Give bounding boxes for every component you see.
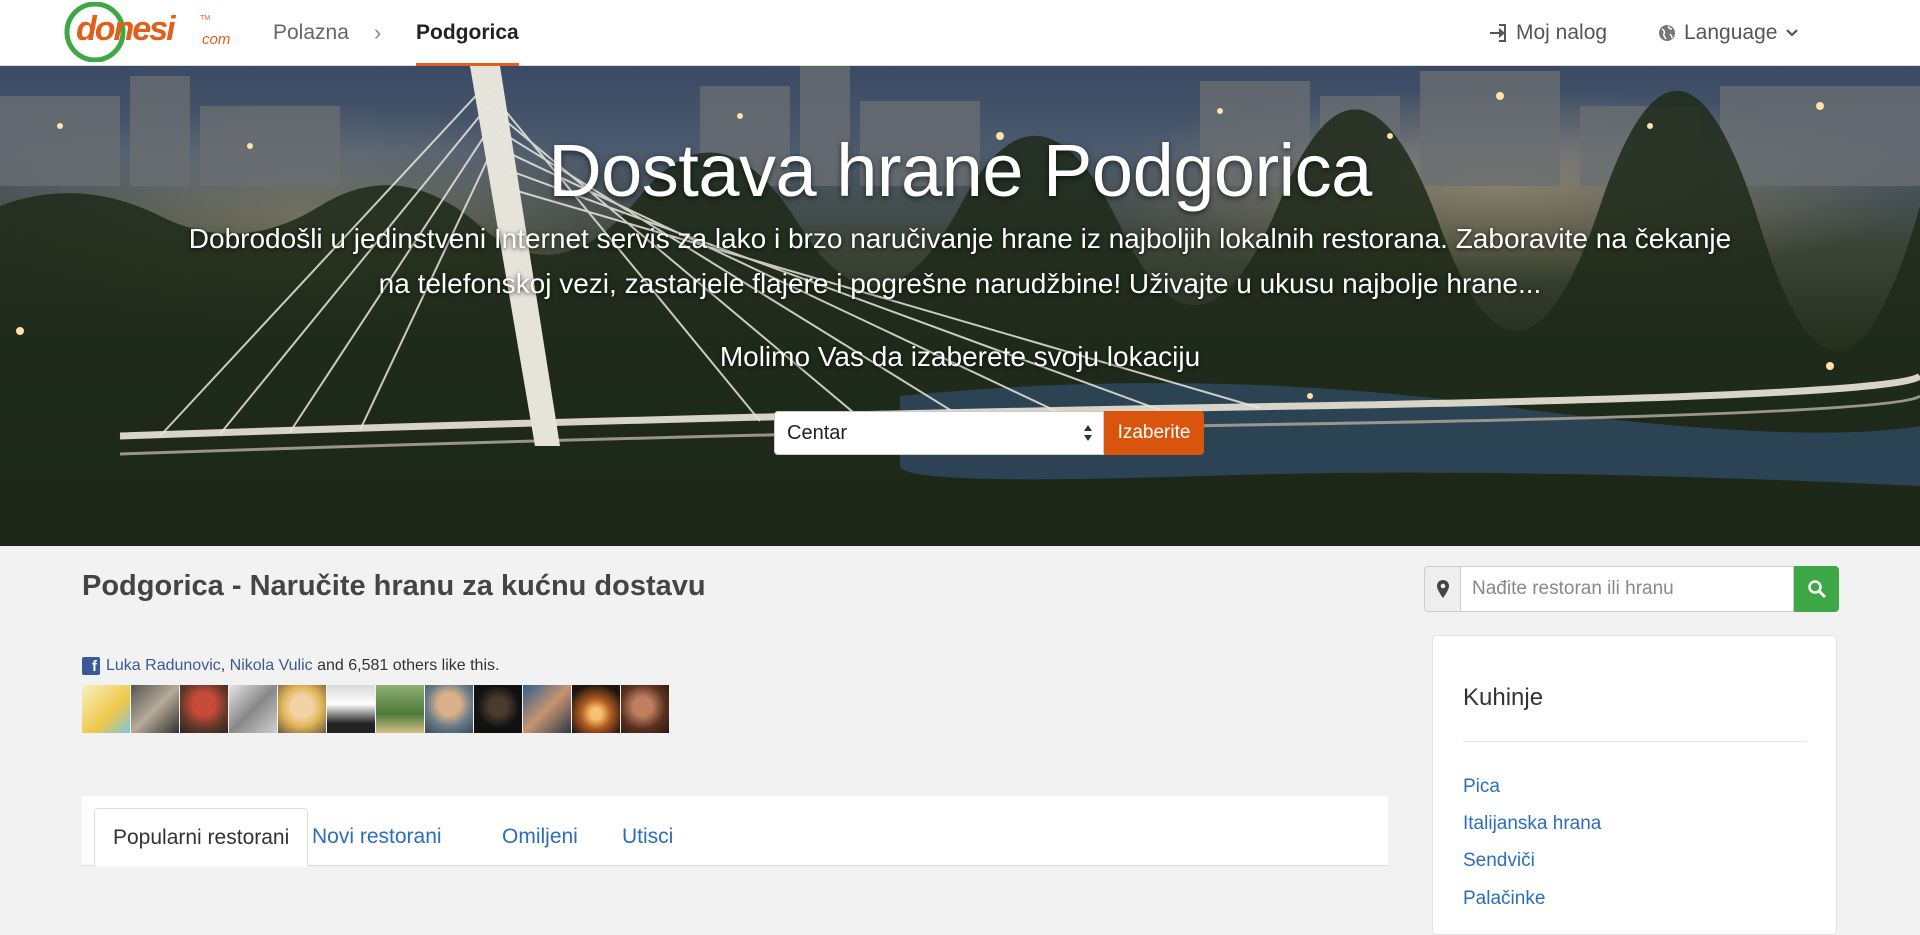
donesi-logo[interactable]: donesi com TM [62, 2, 240, 62]
chevron-down-icon [1786, 29, 1799, 37]
select-arrows-icon [1084, 425, 1092, 441]
hero-subtitle-line-1: Dobrodošli u jedinstveni Internet servis… [188, 223, 1732, 254]
avatar[interactable] [376, 685, 424, 733]
comma: , [220, 657, 226, 674]
location-select-value: Centar [787, 422, 848, 444]
tab-favorites[interactable]: Omiljeni [484, 808, 596, 866]
avatar[interactable] [572, 685, 620, 733]
cuisines-panel: Kuhinje Pica Italijanska hrana Sendviči … [1432, 635, 1837, 935]
location-prompt: Molimo Vas da izaberete svoju lokaciju [719, 341, 1201, 372]
cuisine-link[interactable]: Italijanska hrana [1463, 813, 1601, 835]
map-marker-icon [1437, 580, 1449, 598]
page-title: Podgorica - Naručite hranu za kućnu dost… [82, 570, 706, 602]
search-icon [1808, 580, 1827, 599]
avatar[interactable] [474, 685, 522, 733]
avatar[interactable] [278, 685, 326, 733]
avatar[interactable] [523, 685, 571, 733]
svg-text:TM: TM [200, 15, 210, 22]
tab-popular-restaurants[interactable]: Popularni restorani [94, 808, 309, 867]
cuisine-link[interactable]: Sendviči [1463, 850, 1535, 872]
account-label: Moj nalog [1516, 21, 1608, 44]
tab-reviews[interactable]: Utisci [604, 808, 691, 866]
facebook-likes-line: f Luka Radunovic, Nikola Vulic and 6,581… [82, 657, 499, 675]
hero-banner: Dostava hrane Podgorica Dobrodošli u jed… [0, 66, 1920, 546]
breadcrumb-chevron-icon: › [374, 20, 382, 45]
facebook-friend-avatars [82, 685, 669, 733]
language-label: Language [1684, 21, 1778, 44]
hero-title: Dostava hrane Podgorica [548, 129, 1372, 212]
breadcrumb-current-city[interactable]: Podgorica [416, 0, 519, 66]
location-select[interactable]: Centar [774, 411, 1104, 455]
sign-in-icon [1490, 24, 1506, 42]
avatar[interactable] [425, 685, 473, 733]
account-link[interactable]: Moj nalog [1488, 0, 1607, 66]
search-location-addon [1424, 566, 1461, 612]
avatar[interactable] [229, 685, 277, 733]
choose-location-button[interactable]: Izaberite [1104, 411, 1204, 455]
restaurant-tabs: Popularni restorani Novi restorani Omilj… [82, 796, 1388, 867]
hero-subtitle-line-2: na telefonskoj vezi, zastarjele flajere … [378, 268, 1542, 299]
breadcrumb-home[interactable]: Polazna [273, 0, 349, 66]
cuisines-title: Kuhinje [1463, 684, 1544, 711]
top-navbar: donesi com TM Polazna › Podgorica Moj na… [0, 0, 1920, 66]
facebook-friend-link[interactable]: Nikola Vulic [230, 657, 313, 674]
divider [1463, 741, 1806, 742]
avatar[interactable] [180, 685, 228, 733]
avatar[interactable] [131, 685, 179, 733]
language-dropdown[interactable]: Language [1658, 0, 1799, 66]
facebook-likes-count: and 6,581 others like this. [317, 657, 500, 674]
hero-subtitle: Dobrodošli u jedinstveni Internet servis… [160, 216, 1760, 306]
cuisine-link[interactable]: Pica [1463, 776, 1500, 798]
svg-text:donesi: donesi [76, 10, 177, 48]
search-button[interactable] [1794, 566, 1839, 612]
cuisine-link[interactable]: Palačinke [1463, 888, 1545, 910]
search-input[interactable] [1460, 566, 1794, 612]
svg-text:com: com [202, 31, 230, 48]
avatar[interactable] [621, 685, 669, 733]
avatar[interactable] [82, 685, 130, 733]
tab-new-restaurants[interactable]: Novi restorani [294, 808, 460, 866]
globe-icon [1659, 25, 1675, 41]
facebook-friend-link[interactable]: Luka Radunovic [106, 657, 221, 674]
restaurant-search [1424, 566, 1839, 612]
facebook-icon: f [82, 657, 100, 675]
avatar[interactable] [327, 685, 375, 733]
